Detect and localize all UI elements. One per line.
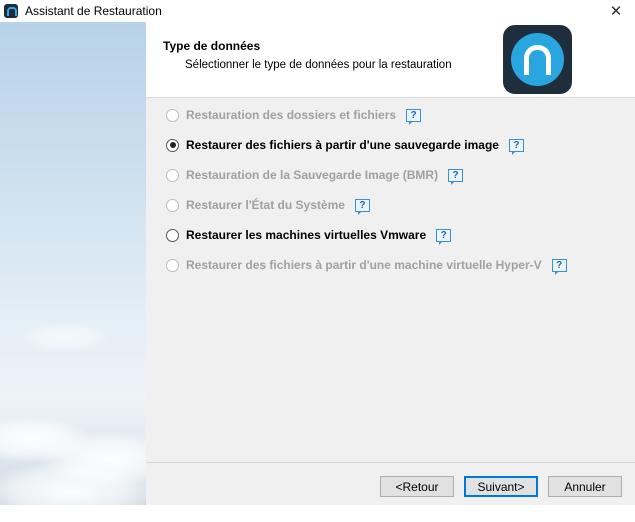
option-folders-files[interactable]: Restauration des dossiers et fichiers ? bbox=[166, 106, 422, 125]
title-bar: Assistant de Restauration ✕ bbox=[0, 0, 635, 22]
option-bmr[interactable]: Restauration de la Sauvegarde Image (BMR… bbox=[166, 166, 464, 185]
close-icon[interactable]: ✕ bbox=[607, 2, 625, 20]
help-icon[interactable]: ? bbox=[436, 228, 452, 245]
option-label: Restaurer des fichiers à partir d'une ma… bbox=[186, 258, 542, 272]
logo-circle-icon bbox=[511, 33, 564, 86]
radio-hyperv[interactable] bbox=[166, 258, 179, 272]
option-files-from-image[interactable]: Restaurer des fichiers à partir d'une sa… bbox=[166, 136, 524, 155]
window-title: Assistant de Restauration bbox=[25, 4, 162, 18]
radio-files-from-image[interactable] bbox=[166, 138, 179, 152]
option-label: Restaurer l'État du Système bbox=[186, 198, 345, 212]
help-icon[interactable]: ? bbox=[508, 138, 524, 155]
help-icon[interactable]: ? bbox=[406, 108, 422, 125]
app-icon bbox=[4, 4, 18, 18]
product-logo bbox=[503, 25, 572, 94]
cancel-button[interactable]: Annuler bbox=[548, 476, 622, 497]
option-hyperv[interactable]: Restaurer des fichiers à partir d'une ma… bbox=[166, 256, 567, 275]
option-label: Restauration des dossiers et fichiers bbox=[186, 108, 397, 122]
next-button[interactable]: Suivant> bbox=[464, 476, 538, 497]
page-subtitle: Sélectionner le type de données pour la … bbox=[185, 59, 452, 71]
back-button[interactable]: <Retour bbox=[380, 476, 454, 497]
option-label: Restaurer des fichiers à partir d'une sa… bbox=[186, 138, 499, 152]
radio-system-state[interactable] bbox=[166, 198, 179, 212]
wizard-footer: <Retour Suivant> Annuler bbox=[146, 463, 635, 505]
sidebar-sky-image bbox=[0, 22, 180, 522]
wizard-header: Type de données Sélectionner le type de … bbox=[146, 22, 635, 97]
help-icon[interactable]: ? bbox=[448, 168, 464, 185]
radio-folders-files[interactable] bbox=[166, 108, 179, 122]
option-vmware[interactable]: Restaurer les machines virtuelles Vmware… bbox=[166, 226, 452, 245]
help-icon[interactable]: ? bbox=[354, 198, 370, 215]
option-label: Restaurer les machines virtuelles Vmware bbox=[186, 228, 427, 242]
option-system-state[interactable]: Restaurer l'État du Système ? bbox=[166, 196, 370, 215]
options-panel: Restauration des dossiers et fichiers ? … bbox=[146, 98, 635, 462]
logo-n-icon bbox=[524, 45, 551, 75]
help-icon[interactable]: ? bbox=[551, 258, 567, 275]
radio-vmware[interactable] bbox=[166, 228, 179, 242]
radio-bmr[interactable] bbox=[166, 168, 179, 182]
option-label: Restauration de la Sauvegarde Image (BMR… bbox=[186, 168, 439, 182]
page-title: Type de données bbox=[163, 39, 261, 53]
